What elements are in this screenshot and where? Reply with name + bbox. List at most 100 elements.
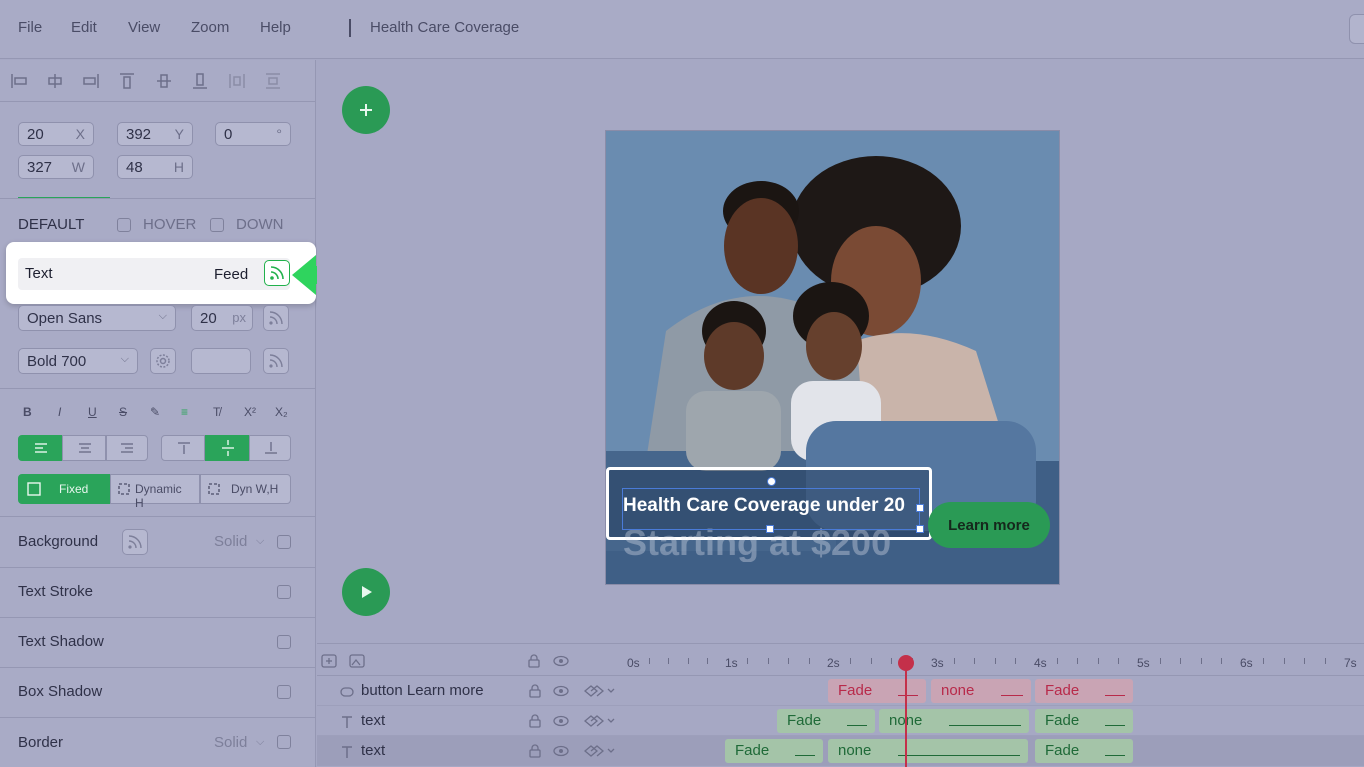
resize-handle-right[interactable] — [916, 504, 924, 512]
font-weight-select[interactable]: Bold 700 ⌵ — [18, 348, 138, 374]
underline-button[interactable]: U — [88, 405, 97, 419]
rotation-field[interactable]: 0 ° — [215, 122, 291, 146]
sizing-dyn-wh-button[interactable]: Dyn W,H — [200, 474, 291, 504]
sizing-fixed-button[interactable]: Fixed — [18, 474, 110, 504]
animation-menu-icon[interactable] — [583, 684, 617, 698]
distribute-v-icon[interactable] — [264, 72, 282, 90]
menu-help[interactable]: Help — [260, 19, 291, 36]
vertical-align-top-button[interactable] — [161, 435, 205, 461]
animation-clip[interactable]: Fade — [828, 679, 926, 703]
background-checkbox[interactable] — [277, 535, 291, 549]
timeline-layer-row[interactable]: text Fade none Fade — [317, 706, 1364, 736]
timeline-tick-mark — [1056, 658, 1058, 664]
layer-name[interactable]: button Learn more — [361, 682, 484, 699]
animation-menu-icon[interactable] — [583, 744, 617, 758]
highlight-pen-icon[interactable]: ✎ — [150, 405, 160, 419]
border-checkbox[interactable] — [277, 735, 291, 749]
state-down[interactable]: DOWN — [236, 216, 284, 233]
timeline-layer-row[interactable]: button Learn more Fade none Fade — [317, 676, 1364, 706]
playhead-line[interactable] — [905, 657, 907, 767]
distribute-h-icon[interactable] — [228, 72, 246, 90]
clear-format-icon[interactable]: T̸ — [213, 405, 220, 419]
layer-name[interactable]: text — [361, 742, 385, 759]
lock-icon[interactable] — [527, 714, 543, 728]
text-stroke-checkbox[interactable] — [277, 585, 291, 599]
lock-all-icon[interactable] — [527, 654, 541, 668]
text-color-feed-button[interactable] — [263, 348, 289, 374]
align-center-h-icon[interactable] — [46, 72, 64, 90]
animation-clip[interactable]: none — [828, 739, 1028, 763]
animation-clip[interactable]: Fade — [1035, 679, 1133, 703]
animation-menu-icon[interactable] — [583, 714, 617, 728]
lock-icon[interactable] — [527, 684, 543, 698]
eye-icon[interactable] — [553, 684, 569, 698]
animation-clip[interactable]: Fade — [1035, 709, 1133, 733]
menu-view[interactable]: View — [128, 19, 160, 36]
bold-button[interactable]: B — [23, 405, 32, 419]
chevron-down-icon[interactable]: ⌵ — [256, 736, 264, 749]
vertical-align-bottom-button[interactable] — [249, 435, 291, 461]
width-field[interactable]: 327 W — [18, 155, 94, 179]
height-field[interactable]: 48 H — [117, 155, 193, 179]
state-default[interactable]: DEFAULT — [18, 216, 84, 233]
text-shadow-checkbox[interactable] — [277, 635, 291, 649]
x-field[interactable]: 20 X — [18, 122, 94, 146]
animation-clip[interactable]: Fade — [725, 739, 823, 763]
text-align-center-button[interactable] — [62, 435, 106, 461]
resize-handle-bottom-right[interactable] — [916, 525, 924, 533]
down-checkbox[interactable] — [210, 218, 224, 232]
background-mode-select[interactable]: Solid — [214, 533, 247, 550]
animation-clip[interactable]: Fade — [1035, 739, 1133, 763]
add-layer-icon[interactable] — [321, 654, 337, 668]
eye-icon[interactable] — [553, 744, 569, 758]
state-hover[interactable]: HOVER — [143, 216, 196, 233]
resize-handle-bottom[interactable] — [766, 525, 774, 533]
banner-cta-button[interactable]: Learn more — [928, 502, 1050, 548]
border-mode-select[interactable]: Solid — [214, 734, 247, 751]
font-size-feed-button[interactable] — [263, 305, 289, 331]
text-strike-green-icon[interactable]: ≡ — [181, 405, 188, 419]
align-middle-icon[interactable] — [155, 72, 173, 90]
menu-file[interactable]: File — [18, 19, 42, 36]
play-button[interactable] — [342, 568, 390, 616]
chevron-down-icon[interactable]: ⌵ — [256, 535, 264, 548]
playhead-knob[interactable] — [898, 655, 914, 671]
hover-checkbox[interactable] — [117, 218, 131, 232]
sizing-dynamic-h-button[interactable]: Dynamic H — [110, 474, 200, 510]
add-element-button[interactable] — [342, 86, 390, 134]
italic-button[interactable]: I — [58, 405, 61, 419]
animation-clip[interactable]: Fade — [777, 709, 875, 733]
align-top-icon[interactable] — [118, 72, 136, 90]
rotate-handle[interactable] — [767, 477, 776, 486]
align-bottom-icon[interactable] — [191, 72, 209, 90]
toolbar-button-partial[interactable] — [1349, 14, 1364, 44]
font-settings-button[interactable] — [150, 348, 176, 374]
menu-edit[interactable]: Edit — [71, 19, 97, 36]
align-right-icon[interactable] — [82, 72, 100, 90]
text-align-right-button[interactable] — [106, 435, 148, 461]
box-shadow-checkbox[interactable] — [277, 685, 291, 699]
text-align-left-button[interactable] — [18, 435, 62, 461]
background-feed-button[interactable] — [122, 529, 148, 555]
superscript-button[interactable]: X² — [244, 405, 256, 419]
vertical-align-middle-button[interactable] — [205, 435, 249, 461]
text-color-field[interactable] — [191, 348, 251, 374]
layer-name[interactable]: text — [361, 712, 385, 729]
font-family-select[interactable]: Open Sans ⌵ — [18, 305, 176, 331]
subscript-button[interactable]: X₂ — [275, 405, 288, 419]
menu-zoom[interactable]: Zoom — [191, 19, 229, 36]
eye-icon[interactable] — [553, 714, 569, 728]
lock-icon[interactable] — [527, 744, 543, 758]
text-feed-row[interactable]: Text Feed — [18, 258, 290, 290]
y-field[interactable]: 392 Y — [117, 122, 193, 146]
add-image-icon[interactable] — [349, 654, 365, 668]
eye-all-icon[interactable] — [553, 655, 569, 667]
animation-clip[interactable]: none — [931, 679, 1031, 703]
animation-clip[interactable]: none — [879, 709, 1029, 733]
feed-button[interactable] — [264, 260, 290, 286]
timeline-tick-mark — [974, 658, 976, 664]
align-left-icon[interactable] — [10, 72, 28, 90]
timeline-layer-row[interactable]: text Fade none Fade — [317, 736, 1364, 766]
font-size-field[interactable]: 20 px — [191, 305, 253, 331]
strikethrough-button[interactable]: S — [119, 405, 127, 419]
